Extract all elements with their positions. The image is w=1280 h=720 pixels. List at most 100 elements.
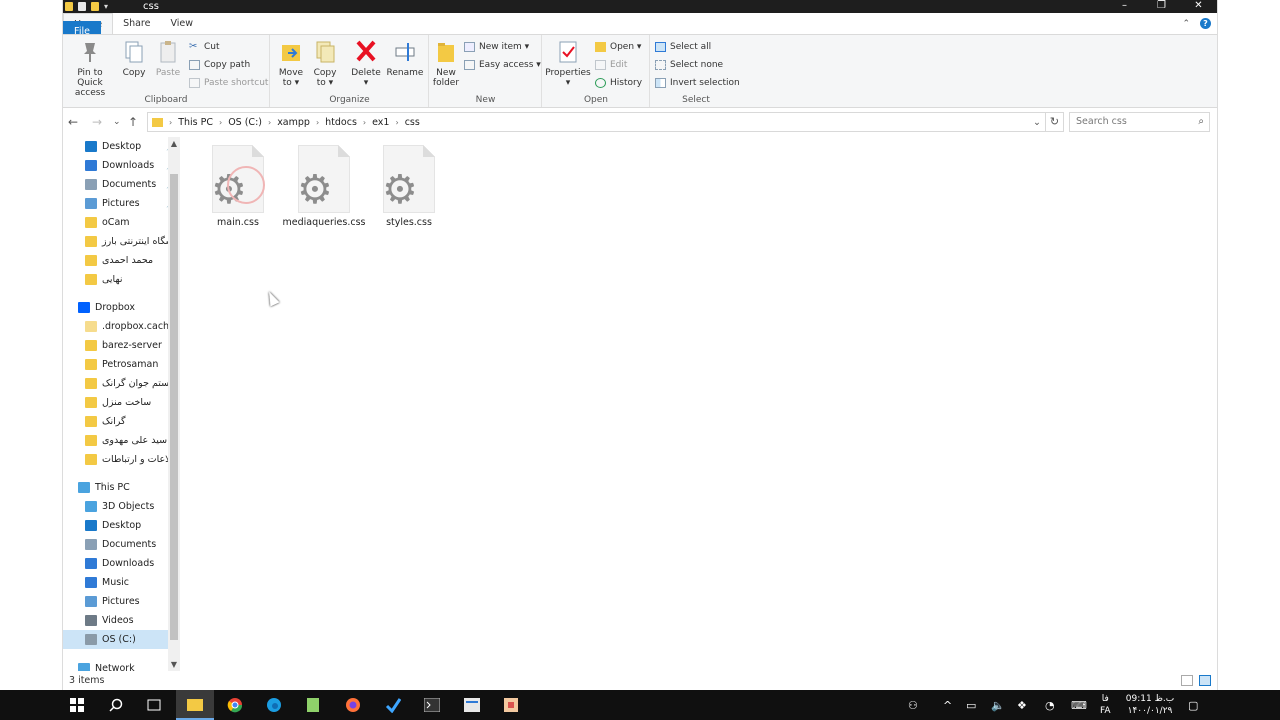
volume-icon[interactable]: 🔈 (991, 690, 1005, 720)
file-explorer-icon[interactable] (176, 690, 214, 720)
people-icon[interactable]: ⚇ (908, 690, 918, 720)
keyboard-icon[interactable]: ⌨ (1071, 690, 1087, 720)
details-view-icon[interactable] (1181, 675, 1193, 686)
sidebar-item-dropbox[interactable]: Dropbox (63, 298, 180, 317)
vscode-icon[interactable] (374, 690, 412, 720)
sidebar-item-folder[interactable]: لاعات و ارتباطات (63, 450, 180, 469)
copy-path-button[interactable]: Copy path (189, 60, 250, 70)
battery-icon[interactable]: ▭ (966, 690, 976, 720)
search-icon[interactable] (97, 690, 135, 720)
search-input[interactable]: Search css ⌕ (1069, 112, 1210, 132)
sidebar-item-this-pc[interactable]: This PC (63, 478, 180, 497)
navigation-scrollbar[interactable]: ▲ ▼ (168, 137, 180, 671)
back-button[interactable]: ← (68, 115, 78, 129)
help-icon[interactable]: ? (1200, 18, 1211, 29)
properties-button[interactable]: Properties ▾ (545, 39, 591, 88)
scroll-up-icon[interactable]: ▲ (168, 139, 180, 148)
easy-access-button[interactable]: Easy access ▾ (464, 60, 541, 70)
app-icon[interactable] (453, 690, 491, 720)
pin-to-quick-access-button[interactable]: Pin to Quick access (65, 39, 115, 98)
rename-button[interactable]: Rename (385, 39, 425, 78)
sidebar-item-os-c[interactable]: OS (C:) (63, 630, 180, 649)
delete-dropdown-icon[interactable]: ▾ (349, 78, 383, 88)
properties-dropdown-icon[interactable]: ▾ (545, 78, 591, 88)
breadcrumb-css[interactable]: css (405, 117, 420, 128)
language-indicator[interactable]: فا FA (1100, 690, 1111, 720)
task-view-icon[interactable] (135, 690, 173, 720)
refresh-button[interactable]: ↻ (1046, 112, 1064, 132)
copy-to-button[interactable]: Copy to ▾ (309, 39, 341, 88)
breadcrumb-ex1[interactable]: ex1 (372, 117, 389, 128)
collapse-ribbon-icon[interactable]: ⌃ (1182, 19, 1190, 29)
paste-shortcut-button[interactable]: Paste shortcut (189, 78, 268, 88)
sidebar-item-documents[interactable]: Documents (63, 535, 180, 554)
edge-icon[interactable] (255, 690, 293, 720)
forward-button[interactable]: → (92, 115, 102, 129)
sidebar-item-desktop[interactable]: Desktop📌 (63, 137, 180, 156)
app2-icon[interactable] (492, 690, 530, 720)
delete-button[interactable]: Delete ▾ (349, 39, 383, 88)
cut-button[interactable]: ✂ Cut (189, 42, 220, 53)
sidebar-item-documents[interactable]: Documents📌 (63, 175, 180, 194)
select-none-button[interactable]: Select none (655, 60, 723, 70)
move-to-button[interactable]: Move to ▾ (275, 39, 307, 88)
sidebar-item-folder[interactable]: شگاه اینترنتی بارز (63, 232, 180, 251)
invert-selection-button[interactable]: Invert selection (655, 78, 740, 88)
sidebar-item-folder[interactable]: Petrosaman (63, 355, 180, 374)
terminal-icon[interactable] (413, 690, 451, 720)
sidebar-item-3d-objects[interactable]: 3D Objects (63, 497, 180, 516)
close-button[interactable]: ✕ (1180, 0, 1217, 13)
scroll-down-icon[interactable]: ▼ (168, 660, 180, 669)
breadcrumb-os-c[interactable]: OS (C:) (228, 117, 262, 128)
show-hidden-icons-icon[interactable]: ^ (943, 690, 952, 720)
breadcrumb-htdocs[interactable]: htdocs (325, 117, 357, 128)
sidebar-item-network[interactable]: Network (63, 659, 180, 671)
address-dropdown-icon[interactable]: ⌄ (1033, 117, 1041, 128)
tab-view[interactable]: View (160, 13, 203, 34)
file-item[interactable]: ⚙ styles.css (364, 145, 454, 228)
sidebar-item-ocam[interactable]: oCam (63, 213, 180, 232)
sidebar-item-folder[interactable]: barez-server (63, 336, 180, 355)
sidebar-item-downloads[interactable]: Downloads (63, 554, 180, 573)
edit-button[interactable]: Edit (595, 60, 627, 70)
large-icons-view-icon[interactable] (1199, 675, 1211, 686)
dropbox-tray-icon[interactable]: ❖ (1017, 690, 1027, 720)
windows-start-icon[interactable] (58, 690, 96, 720)
notifications-icon[interactable]: ▢ (1188, 690, 1198, 720)
breadcrumb-xampp[interactable]: xampp (277, 117, 310, 128)
tab-share[interactable]: Share (113, 13, 160, 34)
new-folder-icon[interactable] (91, 2, 99, 11)
sidebar-item-folder[interactable]: گرانک (63, 412, 180, 431)
sidebar-item-music[interactable]: Music (63, 573, 180, 592)
sidebar-item-folder[interactable]: .dropbox.cache (63, 317, 180, 336)
sidebar-item-desktop[interactable]: Desktop (63, 516, 180, 535)
minimize-button[interactable]: – (1106, 0, 1143, 13)
history-button[interactable]: History (595, 78, 642, 88)
sidebar-item-folder[interactable]: سید علی مهدوی (63, 431, 180, 450)
sidebar-item-videos[interactable]: Videos (63, 611, 180, 630)
recent-locations-button[interactable]: ⌄ (113, 115, 121, 129)
wifi-icon[interactable]: ◔ (1045, 690, 1055, 720)
sidebar-item-pictures[interactable]: Pictures (63, 592, 180, 611)
sidebar-item-folder[interactable]: ساخت منزل (63, 393, 180, 412)
copy-button[interactable]: Copy (119, 39, 149, 78)
scrollbar-thumb[interactable] (170, 174, 178, 640)
up-button[interactable]: ↑ (128, 115, 138, 129)
sidebar-item-folder[interactable]: محمد احمدی (63, 251, 180, 270)
file-item[interactable]: ⚙ main.css (193, 145, 283, 228)
chrome-icon[interactable] (216, 690, 254, 720)
select-all-button[interactable]: Select all (655, 42, 711, 52)
maximize-button[interactable]: ❐ (1143, 0, 1180, 13)
breadcrumb-this-pc[interactable]: This PC (178, 117, 213, 128)
clock[interactable]: ب.ظ 09:11 ۱۴۰۰/۰۱/۲۹ (1125, 693, 1175, 717)
notepadpp-icon[interactable] (294, 690, 332, 720)
file-item[interactable]: ⚙ mediaqueries.css (279, 145, 369, 228)
firefox-icon[interactable] (334, 690, 372, 720)
new-item-button[interactable]: New item ▾ (464, 42, 529, 52)
new-folder-button[interactable]: New folder (430, 39, 462, 88)
paste-button[interactable]: Paste (153, 39, 183, 78)
properties-icon[interactable] (78, 2, 86, 11)
sidebar-item-downloads[interactable]: Downloads📌 (63, 156, 180, 175)
sidebar-item-pictures[interactable]: Pictures📌 (63, 194, 180, 213)
sidebar-item-folder[interactable]: یستم جوان گرانک (63, 374, 180, 393)
